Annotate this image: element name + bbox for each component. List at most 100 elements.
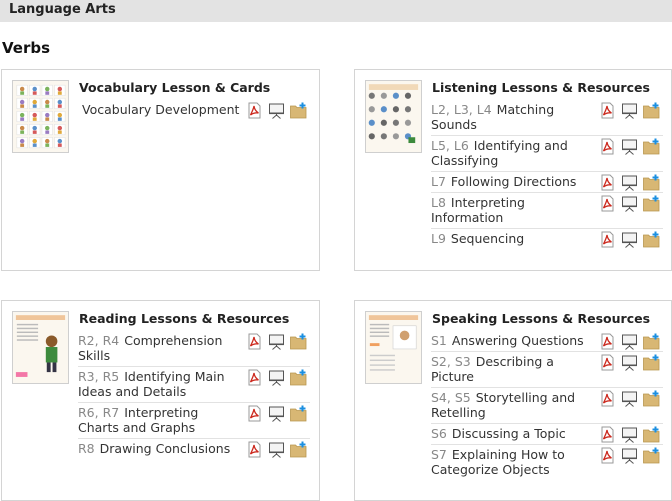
folder-add-icon[interactable] [643, 138, 660, 155]
card-vocabulary: Vocabulary Lesson & Cards Vocabulary Dev… [1, 69, 320, 271]
card-title: Speaking Lessons & Resources [432, 311, 651, 326]
presentation-icon[interactable] [621, 231, 638, 248]
thumbnail-speaking[interactable] [365, 311, 422, 384]
resource-link[interactable]: L9 Sequencing [431, 231, 596, 246]
folder-add-icon[interactable] [643, 102, 660, 119]
lesson-code: L2, L3, L4 [431, 102, 492, 117]
resource-link[interactable]: R6, R7 Interpreting Charts and Graphs [78, 405, 243, 435]
pdf-icon[interactable] [599, 174, 616, 191]
presentation-icon[interactable] [621, 447, 638, 464]
section-title: Verbs [2, 39, 51, 57]
resource-actions [599, 333, 663, 351]
pdf-icon[interactable] [599, 390, 616, 407]
resource-actions [599, 138, 663, 156]
resource-list: S1 Answering Questions S2, S3 Describing a … [431, 331, 663, 480]
header-bar: Language Arts [0, 0, 672, 22]
pdf-icon[interactable] [599, 231, 616, 248]
presentation-icon[interactable] [621, 333, 638, 350]
resource-row: R6, R7 Interpreting Charts and Graphs [78, 402, 310, 438]
resource-link[interactable]: S4, S5 Storytelling and Retelling [431, 390, 596, 420]
presentation-icon[interactable] [268, 369, 285, 386]
lesson-code: S7 [431, 447, 447, 462]
lesson-code: L7 [431, 174, 446, 189]
resource-actions [246, 369, 310, 387]
folder-add-icon[interactable] [290, 333, 307, 350]
card-title: Vocabulary Lesson & Cards [79, 80, 271, 95]
resource-link[interactable]: L2, L3, L4 Matching Sounds [431, 102, 596, 132]
presentation-icon[interactable] [621, 426, 638, 443]
resource-link[interactable]: S6 Discussing a Topic [431, 426, 596, 441]
folder-add-icon[interactable] [643, 333, 660, 350]
pdf-icon[interactable] [599, 354, 616, 371]
resource-link[interactable]: S1 Answering Questions [431, 333, 596, 348]
folder-add-icon[interactable] [290, 102, 307, 119]
folder-add-icon[interactable] [643, 447, 660, 464]
resource-actions [599, 354, 663, 372]
presentation-icon[interactable] [621, 138, 638, 155]
thumbnail-reading[interactable] [12, 311, 69, 384]
folder-add-icon[interactable] [290, 369, 307, 386]
folder-add-icon[interactable] [290, 405, 307, 422]
resource-row: S7 Explaining How to Categorize Objects [431, 444, 663, 480]
card-title: Reading Lessons & Resources [79, 311, 290, 326]
folder-add-icon[interactable] [643, 195, 660, 212]
pdf-icon[interactable] [599, 426, 616, 443]
resource-link[interactable]: S2, S3 Describing a Picture [431, 354, 596, 384]
lesson-code: S6 [431, 426, 447, 441]
presentation-icon[interactable] [268, 441, 285, 458]
thumbnail-listening[interactable] [365, 80, 422, 153]
presentation-icon[interactable] [621, 354, 638, 371]
resource-link[interactable]: L7 Following Directions [431, 174, 596, 189]
folder-add-icon[interactable] [643, 390, 660, 407]
card-speaking: Speaking Lessons & Resources S1 Answering… [354, 300, 672, 501]
resource-row: R8 Drawing Conclusions [78, 438, 310, 459]
resource-list: L2, L3, L4 Matching Sounds L5, L6 Identifyi… [431, 100, 663, 249]
pdf-icon[interactable] [599, 333, 616, 350]
lesson-label: Sequencing [450, 231, 525, 246]
pdf-icon[interactable] [599, 195, 616, 212]
pdf-icon[interactable] [599, 447, 616, 464]
resource-link[interactable]: L8 Interpreting Information [431, 195, 596, 225]
presentation-icon[interactable] [268, 333, 285, 350]
lesson-code: S1 [431, 333, 447, 348]
pdf-icon[interactable] [246, 405, 263, 422]
resource-row: R3, R5 Identifying Main Ideas and Details [78, 366, 310, 402]
card-reading: Reading Lessons & Resources R2, R4 Compre… [1, 300, 320, 501]
lesson-code: S4, S5 [431, 390, 471, 405]
folder-add-icon[interactable] [290, 441, 307, 458]
resource-actions [246, 333, 310, 351]
folder-add-icon[interactable] [643, 174, 660, 191]
pdf-icon[interactable] [246, 441, 263, 458]
resource-link[interactable]: L5, L6 Identifying and Classifying [431, 138, 596, 168]
pdf-icon[interactable] [599, 138, 616, 155]
resource-link[interactable]: S7 Explaining How to Categorize Objects [431, 447, 596, 477]
thumbnail-vocabulary[interactable] [12, 80, 69, 153]
resource-link[interactable]: R3, R5 Identifying Main Ideas and Details [78, 369, 243, 399]
pdf-icon[interactable] [246, 102, 263, 119]
lesson-label: Vocabulary Development [82, 102, 240, 117]
presentation-icon[interactable] [621, 390, 638, 407]
presentation-icon[interactable] [268, 102, 285, 119]
resource-row: L5, L6 Identifying and Classifying [431, 135, 663, 171]
presentation-icon[interactable] [621, 195, 638, 212]
folder-add-icon[interactable] [643, 231, 660, 248]
presentation-icon[interactable] [621, 174, 638, 191]
resource-list: Vocabulary Development [78, 100, 310, 120]
pdf-icon[interactable] [246, 333, 263, 350]
presentation-icon[interactable] [621, 102, 638, 119]
resource-actions [599, 426, 663, 444]
pdf-icon[interactable] [599, 102, 616, 119]
resource-row: L2, L3, L4 Matching Sounds [431, 100, 663, 135]
resource-list: R2, R4 Comprehension Skills R3, R5 Identify… [78, 331, 310, 459]
lesson-code: R8 [78, 441, 95, 456]
resource-actions [599, 447, 663, 465]
presentation-icon[interactable] [268, 405, 285, 422]
lesson-label: Drawing Conclusions [99, 441, 231, 456]
pdf-icon[interactable] [246, 369, 263, 386]
resource-link[interactable]: R8 Drawing Conclusions [78, 441, 243, 456]
resource-actions [246, 441, 310, 459]
folder-add-icon[interactable] [643, 354, 660, 371]
folder-add-icon[interactable] [643, 426, 660, 443]
resource-row: L8 Interpreting Information [431, 192, 663, 228]
resource-link[interactable]: R2, R4 Comprehension Skills [78, 333, 243, 363]
